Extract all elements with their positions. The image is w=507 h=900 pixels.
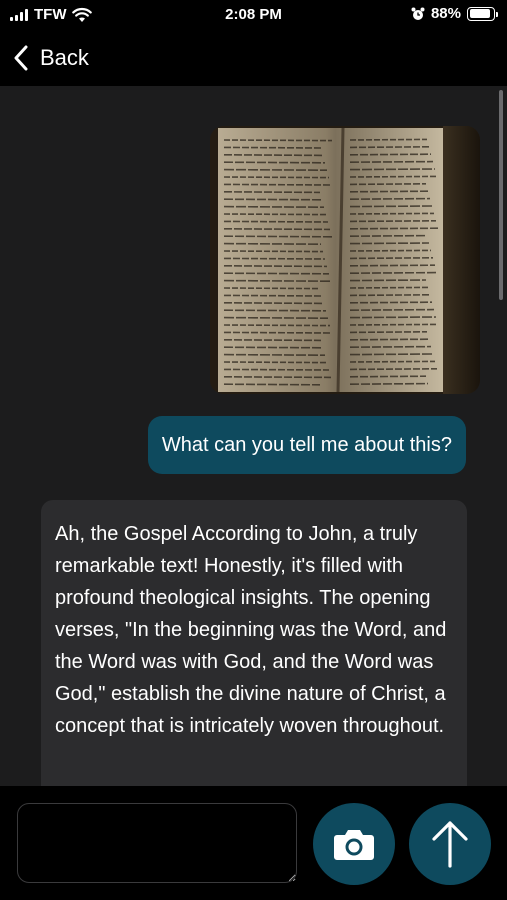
assistant-message-bubble: Ah, the Gospel According to John, a trul… (41, 500, 467, 786)
camera-icon (334, 830, 374, 860)
nav-bar: Back (0, 30, 507, 85)
battery-icon (467, 6, 498, 21)
chevron-left-icon (14, 45, 28, 70)
back-label: Back (40, 44, 89, 70)
input-bar (0, 786, 507, 900)
back-button[interactable]: Back (0, 45, 89, 71)
camera-button[interactable] (313, 803, 395, 885)
alarm-icon (411, 7, 425, 20)
message-input[interactable] (17, 803, 297, 883)
bible-photo-image[interactable] (210, 126, 480, 394)
status-bar: TFW 2:08 PM 88% (0, 0, 507, 30)
arrow-up-icon (432, 821, 468, 868)
chat-area[interactable]: What can you tell me about this? Ah, the… (0, 86, 507, 786)
battery-fill (469, 9, 490, 18)
battery-percent: 88% (430, 5, 461, 22)
photo-icon (210, 126, 480, 394)
scrollbar[interactable] (499, 90, 503, 300)
user-message-bubble: What can you tell me about this? (147, 416, 466, 474)
status-right: 88% (411, 5, 498, 22)
send-button[interactable] (409, 803, 491, 885)
